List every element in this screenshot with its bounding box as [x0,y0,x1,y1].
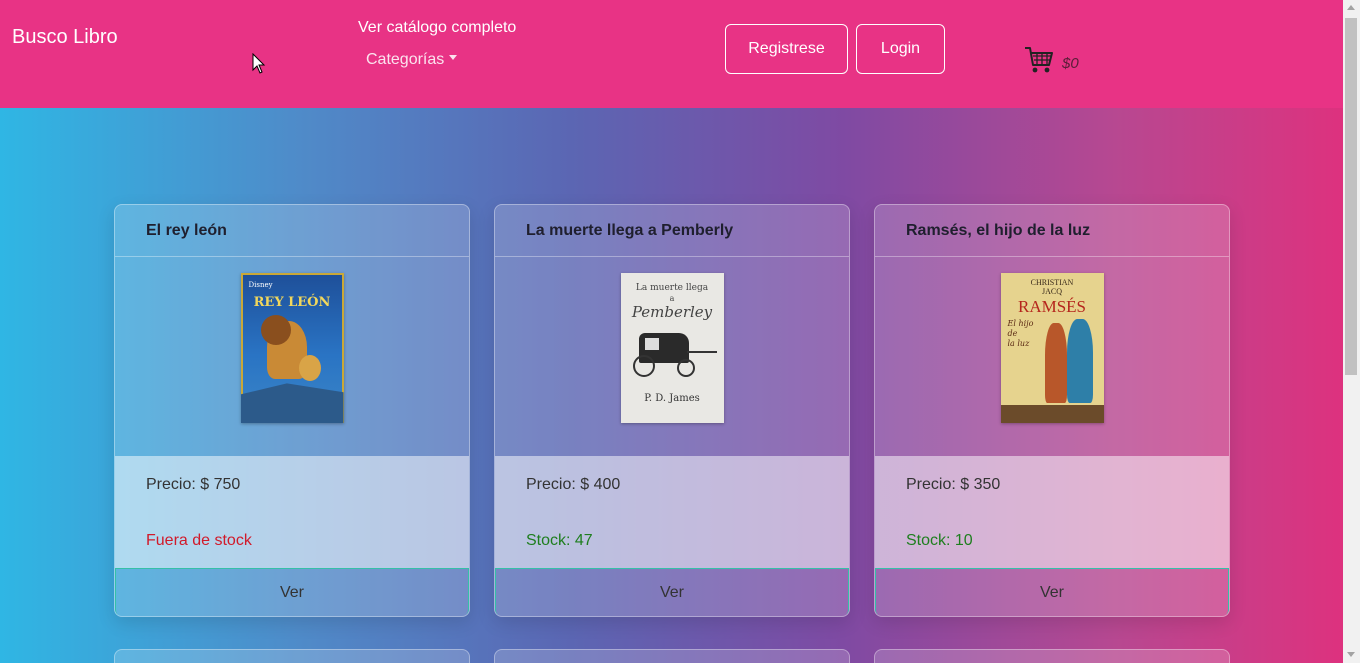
cart-total: $0 [1062,54,1079,72]
book-image-area: CHRISTIAN JACQ RAMSÉS El hijo de la luz [875,257,1229,456]
cover-publisher: Disney [248,281,273,289]
book-title: Ramsés, el hijo de la luz [875,205,1229,257]
scroll-thumb[interactable] [1345,18,1357,375]
cover-subtitle-1: El hijo [1007,319,1034,328]
book-card-next [114,649,470,663]
brand-logo[interactable]: Busco Libro [12,26,118,49]
book-cover[interactable]: Disney REY LEÓN [240,273,344,423]
cover-subtitle-3: la luz [1007,339,1030,348]
categories-label: Categorías [366,51,445,68]
scroll-down-icon[interactable] [1347,652,1355,657]
cover-title: REY LEÓN [253,295,331,310]
book-cover[interactable]: La muerte llega a Pemberley P. D. James [620,273,724,423]
book-price: Precio: $ 750 [146,476,241,493]
scroll-up-icon[interactable] [1347,5,1355,10]
cover-author-last: JACQ [1041,287,1062,296]
book-image-area: Disney REY LEÓN [115,257,469,456]
cover-base [1000,405,1104,423]
cover-title: RAMSÉS [1017,297,1087,316]
mouse-cursor-icon [252,53,266,74]
view-button[interactable]: Ver [875,568,1229,616]
stock-status: Stock: 47 [526,532,593,549]
book-title: El rey león [115,205,469,257]
book-info: Precio: $ 750 Fuera de stock [115,456,469,568]
cart-icon [1025,47,1053,73]
view-button[interactable]: Ver [115,568,469,616]
book-card: El rey león Disney REY LEÓN Precio: $ 75… [114,204,470,617]
carriage-shaft [686,351,717,353]
lion-mane [260,315,291,345]
book-info: Precio: $ 400 Stock: 47 [495,456,849,568]
cover-line-2: a [669,294,675,303]
categories-dropdown[interactable]: Categorías [366,51,458,69]
register-button[interactable]: Registrese [725,24,848,74]
caret-down-icon [449,55,458,61]
cover-author: P. D. James [644,393,700,404]
stock-status: Stock: 10 [906,532,973,549]
book-card-next [494,649,850,663]
cub-figure [298,355,321,381]
book-cover[interactable]: CHRISTIAN JACQ RAMSÉS El hijo de la luz [1000,273,1104,423]
book-card-next [874,649,1230,663]
page-scrollbar[interactable] [1343,0,1360,663]
cover-author-first: CHRISTIAN [1030,278,1074,287]
egyptian-figure [1066,319,1093,403]
login-button[interactable]: Login [856,24,945,74]
carriage-wheel [676,359,695,377]
book-image-area: La muerte llega a Pemberley P. D. James [495,257,849,456]
cover-line-1: La muerte llega [635,283,709,293]
stock-status: Fuera de stock [146,532,252,549]
carriage-wheel [632,355,655,377]
navbar: Busco Libro Ver catálogo completo Catego… [0,0,1343,108]
cart[interactable]: $0 [1024,45,1079,75]
book-price: Precio: $ 350 [906,476,1001,493]
carriage-window [644,338,659,350]
catalog-link[interactable]: Ver catálogo completo [358,19,516,37]
book-title: La muerte llega a Pemberly [495,205,849,257]
book-card: Ramsés, el hijo de la luz CHRISTIAN JACQ… [874,204,1230,617]
egyptian-figure [1044,323,1067,403]
view-button[interactable]: Ver [495,568,849,616]
book-info: Precio: $ 350 Stock: 10 [875,456,1229,568]
cover-subtitle-2: de [1007,329,1018,338]
book-card: La muerte llega a Pemberly La muerte lle… [494,204,850,617]
book-price: Precio: $ 400 [526,476,621,493]
cover-title: Pemberley [631,303,713,321]
